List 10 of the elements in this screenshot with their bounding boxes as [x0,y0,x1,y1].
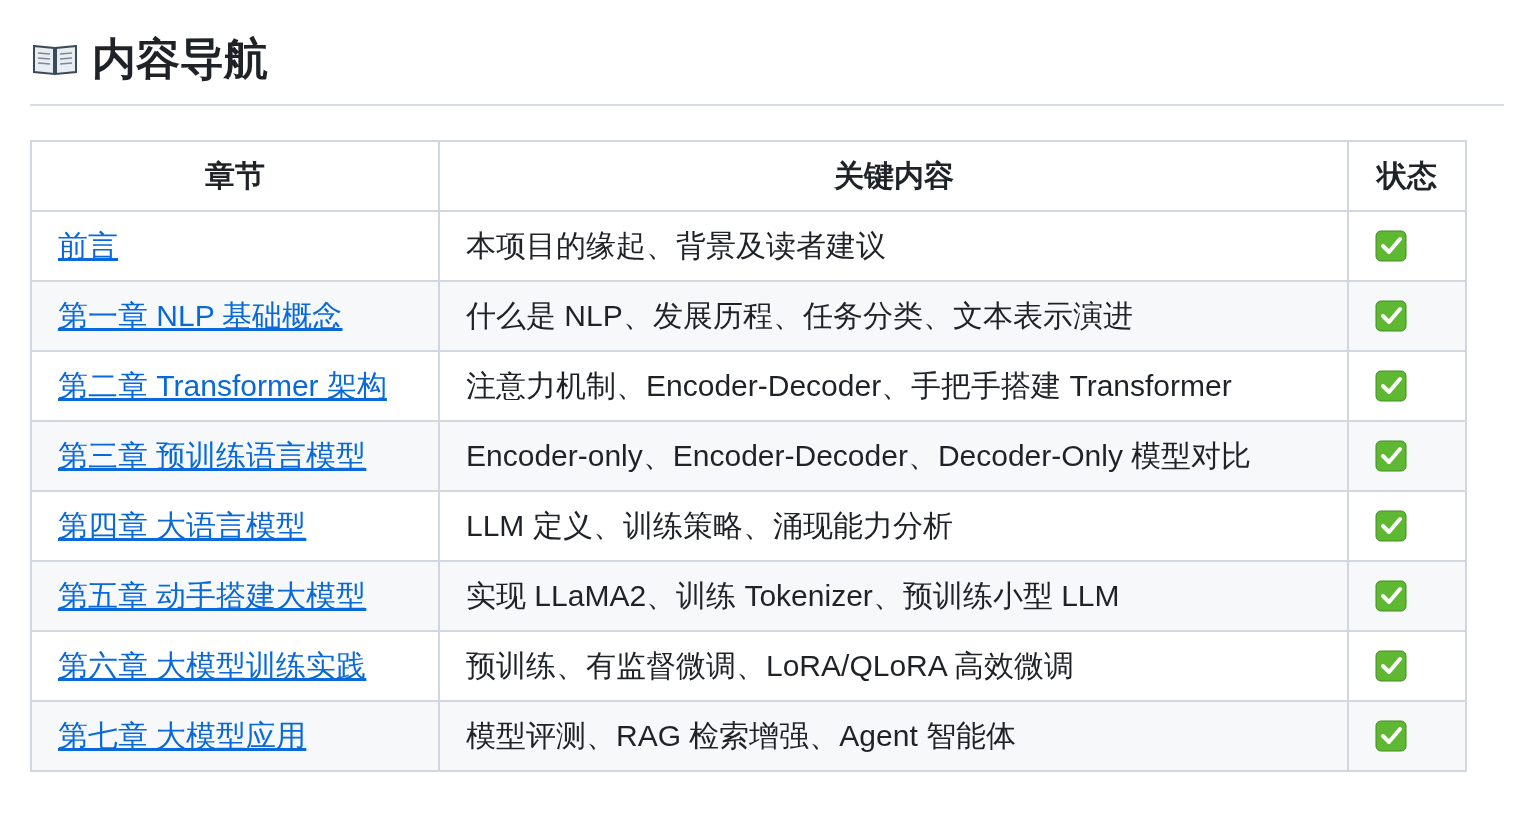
table-cell: 模型评测、RAG 检索增强、Agent 智能体 [439,701,1348,771]
section-heading: 内容导航 [92,33,268,85]
table-cell: 什么是 NLP、发展历程、任务分类、文本表示演进 [439,281,1348,351]
table-cell: 实现 LLaMA2、训练 Tokenizer、预训练小型 LLM [439,561,1348,631]
table-cell: Encoder-only、Encoder-Decoder、Decoder-Only 模型对比 [439,421,1348,491]
column-header: 状态 [1348,141,1466,211]
column-header: 章节 [31,141,439,211]
open-book-icon [32,42,78,76]
chapter-link[interactable]: 前言 [58,228,118,262]
column-header: 关键内容 [439,141,1348,211]
